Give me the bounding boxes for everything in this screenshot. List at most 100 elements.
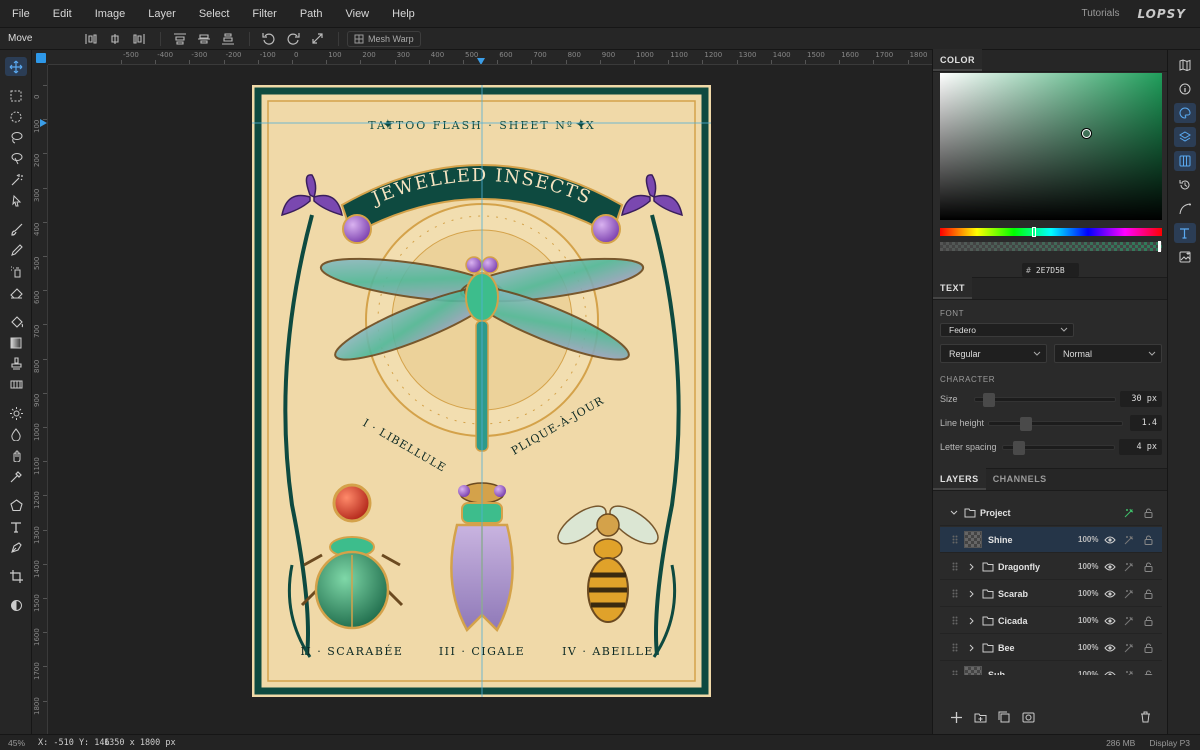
chevron-right-icon[interactable] [969,563,975,571]
mask-icon[interactable] [1019,708,1037,726]
effects-icon[interactable] [1124,508,1134,518]
lock-icon[interactable] [1144,562,1153,572]
blur-tool[interactable] [0,424,32,445]
strip-layers-button[interactable] [1168,125,1200,149]
alpha-slider[interactable] [940,241,1162,252]
tutorials-link[interactable]: Tutorials [1081,8,1119,19]
strip-map-button[interactable] [1168,53,1200,77]
size-input[interactable]: 30 px [1120,391,1162,407]
effects-icon[interactable] [1124,589,1134,599]
letter-spacing-input[interactable]: 4 px [1119,439,1162,455]
strip-color-button[interactable] [1168,101,1200,125]
stamp-tool[interactable] [0,353,32,374]
expand-icon[interactable] [306,30,328,48]
lasso-tool[interactable] [0,127,32,148]
layer-opacity[interactable]: 100% [1078,589,1098,598]
letter-spacing-slider-thumb[interactable] [1013,440,1025,455]
layer-row[interactable]: Sub 100% [940,662,1162,675]
align-middle-vertical-icon[interactable] [193,30,215,48]
layer-opacity[interactable]: 100% [1078,670,1098,675]
menu-edit[interactable]: Edit [41,0,83,28]
menu-view[interactable]: View [333,0,380,28]
layer-row[interactable]: Cicada 100% [940,608,1162,634]
menu-file[interactable]: File [0,0,41,28]
eye-icon[interactable] [1104,536,1116,544]
strip-info-button[interactable] [1168,77,1200,101]
menu-path[interactable]: Path [288,0,334,28]
adjust-tool[interactable] [0,595,32,616]
size-slider[interactable] [974,392,1116,407]
layer-row[interactable]: Scarab 100% [940,581,1162,607]
layer-opacity[interactable]: 100% [1078,562,1098,571]
line-height-input[interactable]: 1.4 [1130,415,1162,431]
menu-image[interactable]: Image [83,0,137,28]
rotate-ccw-icon[interactable] [258,30,280,48]
hue-slider-handle[interactable] [1032,227,1036,237]
lock-icon[interactable] [1144,616,1153,626]
gradient-tool[interactable] [0,332,32,353]
effects-icon[interactable] [1124,562,1134,572]
layer-row[interactable]: Bee 100% [940,635,1162,661]
text-tool[interactable] [0,516,32,537]
drag-handle-icon[interactable] [952,535,958,544]
drag-handle-icon[interactable] [952,589,958,598]
align-right-icon[interactable] [128,30,150,48]
shape-tool[interactable] [0,495,32,516]
layer-opacity[interactable]: 100% [1078,616,1098,625]
line-height-slider[interactable] [988,416,1123,431]
add-layer-icon[interactable] [947,708,965,726]
smudge-tool[interactable] [0,445,32,466]
chevron-right-icon[interactable] [969,590,975,598]
drag-handle-icon[interactable] [952,643,958,652]
eye-icon[interactable] [1104,617,1116,625]
lock-icon[interactable] [1144,643,1153,653]
hex-input[interactable]: # 2E7D5B [1022,263,1079,277]
lock-icon[interactable] [1144,535,1153,545]
layer-opacity[interactable]: 100% [1078,643,1098,652]
pencil-tool[interactable] [0,240,32,261]
spray-tool[interactable] [0,261,32,282]
rotate-cw-icon[interactable] [282,30,304,48]
brush-tool[interactable] [0,219,32,240]
move-tool[interactable] [0,56,32,77]
horizontal-ruler[interactable]: -500 -400 -300 -200 -100 0 100 200 300 400 500 600 7… [48,50,932,65]
align-top-icon[interactable] [169,30,191,48]
ellipse-select-tool[interactable] [0,106,32,127]
tab-channels[interactable]: CHANNELS [986,468,1054,490]
artboard[interactable]: TATTOO FLASH · SHEET Nº IX ✦ ✦ JEWELLED … [252,85,711,697]
strip-paths-button[interactable] [1168,197,1200,221]
effects-icon[interactable] [1124,616,1134,626]
eraser-tool[interactable] [0,282,32,303]
ruler-guide-marker[interactable] [477,58,485,64]
dodge-tool[interactable] [0,403,32,424]
effects-icon[interactable] [1124,535,1134,545]
chevron-right-icon[interactable] [969,644,975,652]
font-family-select[interactable]: Federo [940,323,1074,337]
magic-lasso-tool[interactable] [0,148,32,169]
menu-filter[interactable]: Filter [240,0,287,28]
eyedropper-tool[interactable] [0,466,32,487]
vertical-ruler[interactable]: 0 100 200 300 400 500 600 700 800 900 1000 1100 1200… [32,65,48,734]
align-left-icon[interactable] [80,30,102,48]
font-style-select[interactable]: Normal [1054,344,1162,363]
chevron-down-icon[interactable] [950,510,958,516]
lock-icon[interactable] [1144,670,1153,675]
line-height-slider-thumb[interactable] [1020,416,1032,431]
layer-row[interactable]: Shine 100% [940,527,1162,553]
color-picker-cursor[interactable] [1082,129,1091,138]
pattern-tool[interactable] [0,374,32,395]
align-bottom-icon[interactable] [217,30,239,48]
zoom-level[interactable]: 45% [8,738,38,748]
eye-icon[interactable] [1104,590,1116,598]
crop-tool[interactable] [0,566,32,587]
saturation-value-picker[interactable] [940,73,1162,220]
effects-icon[interactable] [1124,643,1134,653]
rect-select-tool[interactable] [0,85,32,106]
drag-handle-icon[interactable] [952,616,958,625]
menu-layer[interactable]: Layer [136,0,187,28]
layer-row[interactable]: Project [940,500,1162,526]
menu-select[interactable]: Select [187,0,241,28]
magic-wand-tool[interactable] [0,169,32,190]
tab-layers[interactable]: LAYERS [933,468,986,490]
effects-icon[interactable] [1124,670,1134,675]
